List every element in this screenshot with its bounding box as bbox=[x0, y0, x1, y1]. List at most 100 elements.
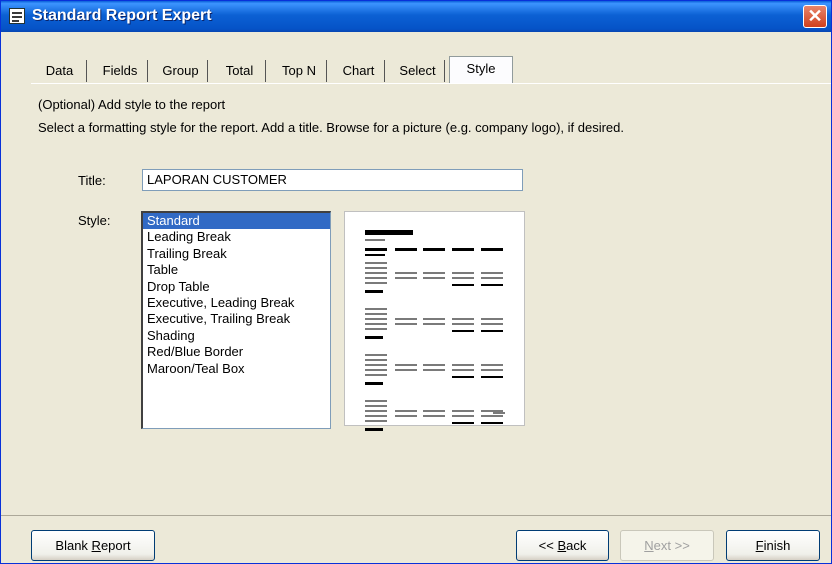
preview-line bbox=[365, 262, 387, 264]
preview-line bbox=[481, 318, 503, 320]
preview-line bbox=[395, 410, 417, 412]
preview-line bbox=[481, 323, 503, 325]
preview-line bbox=[365, 282, 387, 284]
preview-line bbox=[452, 323, 474, 325]
preview-line bbox=[481, 364, 503, 366]
title-bar[interactable]: Standard Report Expert ✕ bbox=[1, 1, 831, 32]
preview-line bbox=[365, 230, 413, 235]
window-title: Standard Report Expert bbox=[32, 7, 212, 24]
tab-data[interactable]: Data bbox=[33, 60, 87, 82]
title-input[interactable]: LAPORAN CUSTOMER bbox=[142, 169, 523, 191]
preview-line bbox=[452, 422, 474, 424]
preview-line bbox=[365, 405, 387, 407]
preview-line bbox=[452, 318, 474, 320]
preview-line bbox=[481, 376, 503, 378]
preview-line bbox=[365, 354, 387, 356]
preview-line bbox=[452, 277, 474, 279]
preview-line bbox=[395, 323, 417, 325]
preview-line bbox=[365, 313, 387, 315]
preview-line bbox=[365, 318, 387, 320]
preview-line bbox=[452, 364, 474, 366]
preview-line bbox=[423, 410, 445, 412]
preview-line bbox=[423, 277, 445, 279]
preview-line bbox=[493, 412, 505, 414]
preview-line bbox=[365, 369, 387, 371]
preview-line bbox=[452, 284, 474, 286]
preview-line bbox=[481, 272, 503, 274]
preview-line bbox=[365, 290, 383, 293]
preview-line bbox=[365, 277, 387, 279]
style-option-table[interactable]: Table bbox=[143, 262, 330, 278]
style-option-executive-leading[interactable]: Executive, Leading Break bbox=[143, 295, 330, 311]
style-preview bbox=[344, 211, 525, 431]
preview-line bbox=[481, 415, 503, 417]
preview-line bbox=[481, 248, 503, 251]
tab-select[interactable]: Select bbox=[391, 60, 445, 82]
preview-line bbox=[365, 410, 387, 412]
tab-total[interactable]: Total bbox=[214, 60, 266, 82]
finish-button[interactable]: Finish bbox=[726, 530, 820, 561]
blank-report-button[interactable]: Blank Report bbox=[31, 530, 155, 561]
preview-line bbox=[365, 415, 387, 417]
preview-line bbox=[365, 323, 387, 325]
style-heading: (Optional) Add style to the report bbox=[38, 97, 226, 112]
preview-line bbox=[365, 254, 385, 256]
preview-line bbox=[452, 415, 474, 417]
preview-line bbox=[481, 422, 503, 424]
style-option-leading-break[interactable]: Leading Break bbox=[143, 229, 330, 245]
preview-line bbox=[365, 364, 387, 366]
preview-line bbox=[365, 267, 387, 269]
preview-line bbox=[365, 382, 383, 385]
preview-line bbox=[481, 330, 503, 332]
preview-line bbox=[365, 308, 387, 310]
style-option-shading[interactable]: Shading bbox=[143, 328, 330, 344]
preview-line bbox=[365, 239, 385, 241]
preview-line bbox=[423, 415, 445, 417]
preview-line bbox=[481, 369, 503, 371]
back-button[interactable]: << Back bbox=[516, 530, 609, 561]
preview-line bbox=[423, 318, 445, 320]
close-icon[interactable]: ✕ bbox=[803, 5, 827, 28]
report-app-icon bbox=[9, 8, 25, 24]
preview-line bbox=[481, 277, 503, 279]
tab-top-n[interactable]: Top N bbox=[272, 60, 327, 82]
preview-line bbox=[452, 330, 474, 332]
style-instructions: Select a formatting style for the report… bbox=[38, 120, 625, 135]
preview-line bbox=[365, 328, 387, 330]
tab-group[interactable]: Group bbox=[154, 60, 208, 82]
preview-line bbox=[452, 272, 474, 274]
preview-line bbox=[365, 359, 387, 361]
preview-line bbox=[395, 277, 417, 279]
style-option-maroon-teal-box[interactable]: Maroon/Teal Box bbox=[143, 361, 330, 377]
style-option-red-blue-border[interactable]: Red/Blue Border bbox=[143, 344, 330, 360]
preview-line bbox=[423, 248, 445, 251]
preview-line bbox=[365, 374, 387, 376]
style-listbox[interactable]: Standard Leading Break Trailing Break Ta… bbox=[141, 211, 331, 429]
preview-line bbox=[365, 336, 383, 339]
preview-line bbox=[365, 400, 387, 402]
preview-line bbox=[452, 248, 474, 251]
preview-line bbox=[395, 415, 417, 417]
preview-line bbox=[452, 376, 474, 378]
style-option-drop-table[interactable]: Drop Table bbox=[143, 279, 330, 295]
preview-line bbox=[365, 272, 387, 274]
preview-line bbox=[365, 428, 383, 431]
style-option-executive-trailing[interactable]: Executive, Trailing Break bbox=[143, 311, 330, 327]
preview-line bbox=[423, 272, 445, 274]
preview-line bbox=[395, 318, 417, 320]
style-option-standard[interactable]: Standard bbox=[143, 213, 330, 230]
preview-line bbox=[395, 248, 417, 251]
style-label: Style: bbox=[78, 213, 111, 228]
preview-line bbox=[423, 323, 445, 325]
dialog-window: Standard Report Expert ✕ Data Fields Gro… bbox=[0, 0, 832, 564]
preview-line bbox=[423, 369, 445, 371]
tab-chart[interactable]: Chart bbox=[333, 60, 385, 82]
preview-line bbox=[423, 364, 445, 366]
preview-line bbox=[452, 410, 474, 412]
preview-line bbox=[365, 248, 387, 251]
tab-fields[interactable]: Fields bbox=[93, 60, 148, 82]
button-separator bbox=[1, 515, 831, 516]
tab-style[interactable]: Style bbox=[449, 56, 513, 84]
style-option-trailing-break[interactable]: Trailing Break bbox=[143, 246, 330, 262]
next-button: Next >> bbox=[620, 530, 714, 561]
